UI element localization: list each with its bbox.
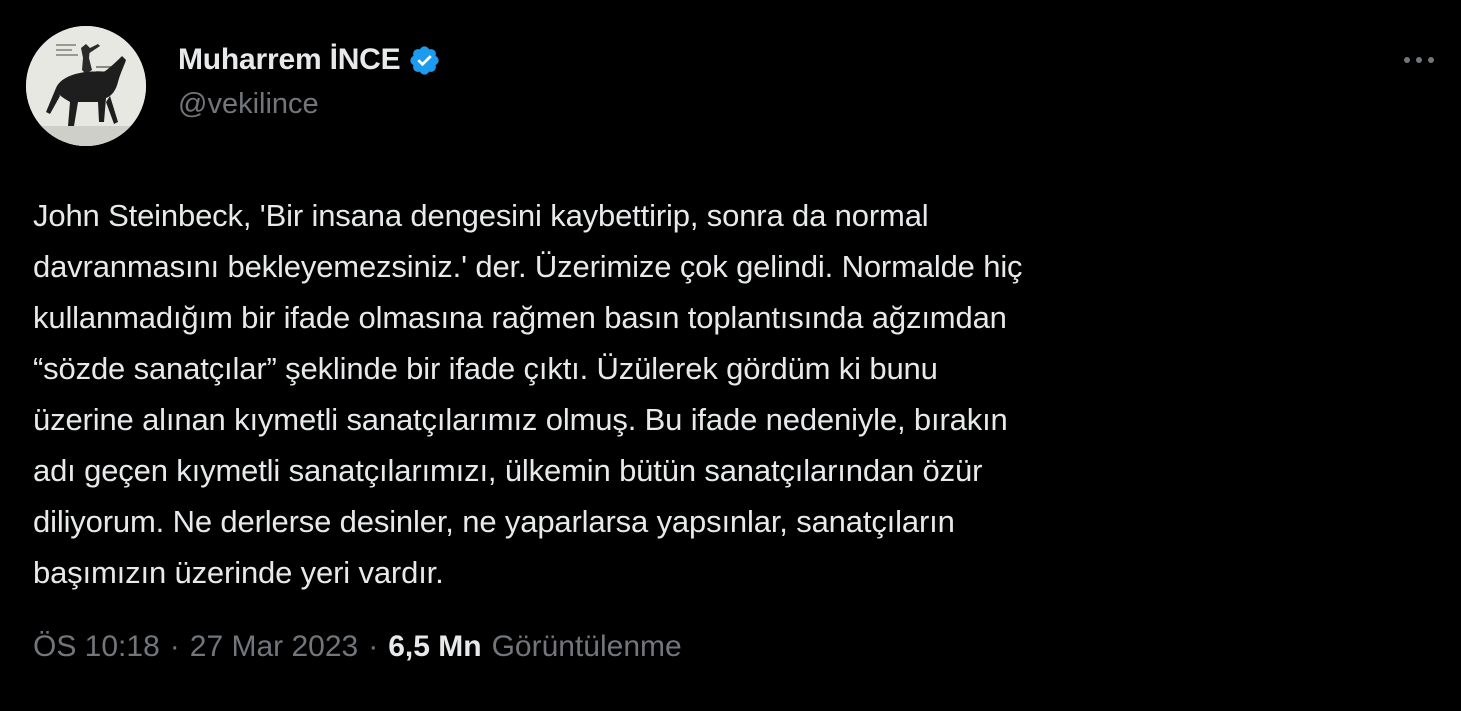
tweet-time[interactable]: ÖS 10:18 [33,630,160,664]
verified-badge-icon[interactable] [408,44,441,77]
tweet-card: Muharrem İNCE @vekilince John Steinbeck,… [0,0,1461,711]
avatar[interactable] [26,26,146,146]
tweet-text: John Steinbeck, 'Bir insana dengesini ka… [33,198,1023,590]
views-label[interactable]: Görüntülenme [492,630,682,664]
meta-separator: · [368,630,379,663]
avatar-horse-rider-image [26,26,146,146]
tweet-meta: ÖS 10:18 · 27 Mar 2023 · 6,5 Mn Görüntül… [33,630,682,664]
views-count[interactable]: 6,5 Mn [388,630,481,664]
author-handle[interactable]: @vekilince [178,88,319,121]
author-name-row: Muharrem İNCE [178,38,441,82]
author-display-name[interactable]: Muharrem İNCE [178,43,401,77]
meta-separator: · [169,630,180,663]
more-options-button[interactable] [1397,42,1441,78]
more-horizontal-icon [1404,57,1434,63]
tweet-date[interactable]: 27 Mar 2023 [190,630,358,664]
